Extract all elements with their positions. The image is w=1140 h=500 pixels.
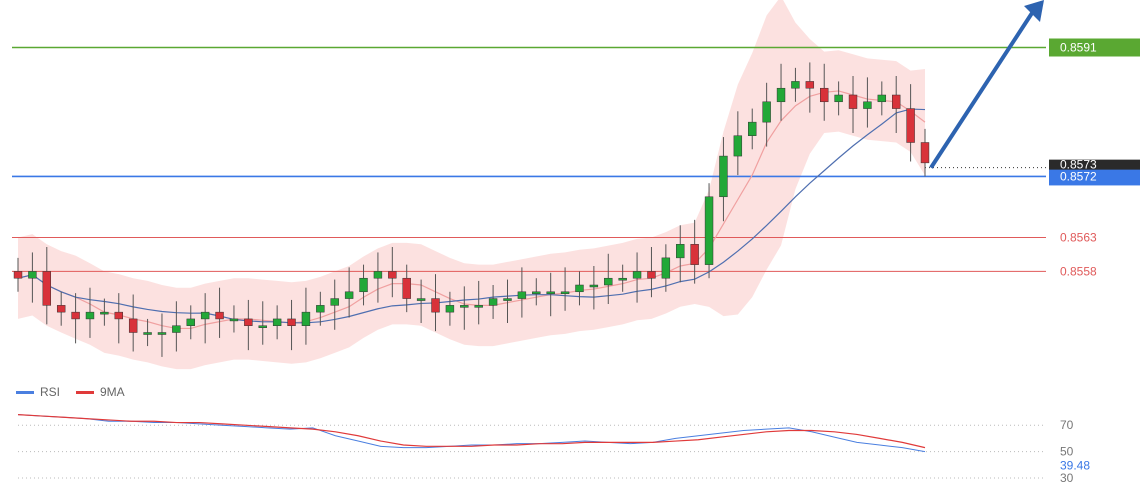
candle-body xyxy=(863,101,872,109)
candle-body xyxy=(474,305,483,308)
rsi-legend: RSI 9MA xyxy=(16,385,125,399)
candle-body xyxy=(906,108,915,143)
candle-body xyxy=(172,325,181,333)
arrow-shaft xyxy=(929,8,1036,169)
candle-body xyxy=(431,298,440,313)
candle-body xyxy=(28,271,37,279)
candle-body xyxy=(517,291,527,299)
candle-body xyxy=(488,298,498,306)
candle-body xyxy=(805,81,815,89)
candle-body xyxy=(157,332,167,335)
candle-body xyxy=(388,271,397,279)
rsi-level-label: 50 xyxy=(1060,445,1074,459)
rsi-current-value: 39.48 xyxy=(1060,458,1090,472)
candle-body xyxy=(200,311,210,320)
candle-body xyxy=(460,305,469,308)
current-price-label: 0.8573 xyxy=(1060,158,1097,172)
candle-body xyxy=(316,305,325,313)
candle-body xyxy=(676,244,685,259)
candle-body xyxy=(445,305,455,313)
candle-body xyxy=(56,305,66,313)
candle-body xyxy=(359,277,368,293)
candle-body xyxy=(762,101,771,123)
level-label-support: 0.8563 xyxy=(1060,231,1097,245)
candle-body xyxy=(13,271,23,279)
candle-body xyxy=(719,155,728,198)
candle-body xyxy=(920,142,930,164)
candle-body xyxy=(215,311,224,320)
candle-body xyxy=(632,271,642,279)
rsi-legend-swatch xyxy=(16,391,34,394)
candle-body xyxy=(128,318,138,333)
candle-body xyxy=(287,318,296,326)
candle-body xyxy=(848,94,858,109)
candle-body xyxy=(748,121,757,136)
trend-arrow xyxy=(929,0,1044,169)
candle-body xyxy=(575,284,584,293)
rsi-level-label: 70 xyxy=(1060,418,1074,432)
candle-body xyxy=(244,318,253,326)
candle-body xyxy=(114,311,123,320)
candle-body xyxy=(503,298,512,301)
candle-body xyxy=(42,271,52,306)
candle-body xyxy=(258,325,267,328)
candle-body xyxy=(402,277,411,299)
candle-body xyxy=(143,332,152,335)
candle-body xyxy=(834,94,843,103)
candle-body xyxy=(373,271,383,279)
ma9-legend-swatch xyxy=(76,391,94,394)
rsi-ma9-line xyxy=(17,414,926,449)
candle-body xyxy=(604,277,613,286)
candle-body xyxy=(344,291,354,299)
candle-body xyxy=(589,284,599,288)
candle-body xyxy=(546,291,555,295)
candle-body xyxy=(301,311,311,326)
bollinger-bands xyxy=(18,0,925,370)
candle-body xyxy=(100,311,109,315)
candle-body xyxy=(776,87,786,103)
candle-body xyxy=(560,291,570,295)
level-label-support: 0.8558 xyxy=(1060,264,1097,278)
candle-body xyxy=(229,318,239,322)
candle-body xyxy=(791,81,800,89)
candle-body xyxy=(272,318,282,326)
rsi-panel: 70 50 3039.48 xyxy=(17,414,1090,485)
candle-body xyxy=(704,196,714,265)
candle-body xyxy=(733,135,743,157)
ma9-legend-label: 9MA xyxy=(100,385,125,399)
price-labels: 0.85910.85720.85630.85580.8573 xyxy=(1049,38,1140,278)
candle-body xyxy=(661,257,671,279)
rsi-legend-label: RSI xyxy=(40,385,60,399)
candle-body xyxy=(820,87,829,103)
bollinger-band-fill xyxy=(18,0,925,370)
candle-body xyxy=(877,94,887,103)
candle-body xyxy=(186,318,195,326)
candle-body xyxy=(71,311,80,320)
candle-body xyxy=(647,271,656,279)
candle-body xyxy=(330,298,339,306)
level-label-target: 0.8591 xyxy=(1060,41,1097,55)
candle-body xyxy=(532,291,541,295)
candle-body xyxy=(85,311,95,320)
candle-body xyxy=(416,298,426,301)
forex-chart: 0.85910.85720.85630.85580.8573 RSI 9MA 7… xyxy=(12,0,1140,485)
candle-body xyxy=(891,94,901,109)
candle-body xyxy=(690,244,699,265)
candle-body xyxy=(618,277,627,281)
rsi-level-label: 30 xyxy=(1060,471,1074,485)
